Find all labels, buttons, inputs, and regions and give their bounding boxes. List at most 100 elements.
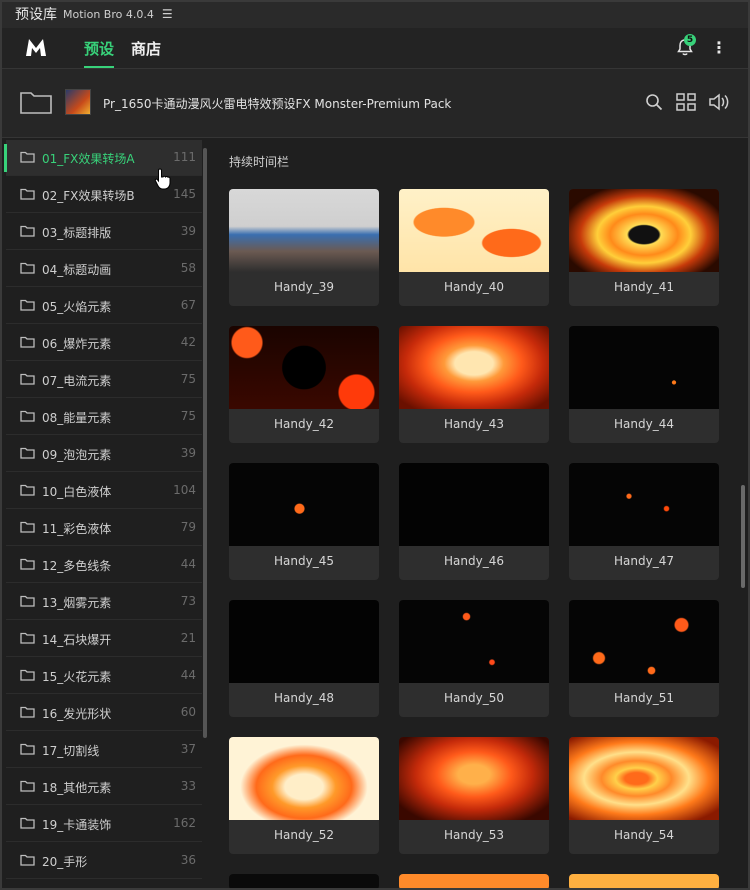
preset-card[interactable]: [399, 874, 549, 890]
folder-icon: [20, 188, 35, 200]
preset-card[interactable]: Handy_39: [229, 189, 379, 306]
sidebar-item-count: 39: [180, 446, 196, 460]
sidebar-item[interactable]: 08_能量元素 75: [6, 399, 202, 435]
more-options-icon[interactable]: ⋮: [711, 38, 727, 57]
folder-icon[interactable]: [20, 90, 52, 114]
sidebar-item-label: 05_火焰元素: [42, 300, 112, 314]
sidebar-item[interactable]: 14_石块爆开 21: [6, 621, 202, 657]
sidebar-item[interactable]: 15_火花元素 44: [6, 658, 202, 694]
preset-card[interactable]: Handy_41: [569, 189, 719, 306]
preset-card[interactable]: Handy_54: [569, 737, 719, 854]
window-titlebar: 预设库 Motion Bro 4.0.4 ☰: [0, 0, 750, 28]
sidebar-item-count: 73: [180, 594, 196, 608]
sidebar-item-label: 12_多色线条: [42, 559, 112, 573]
sidebar-item-count: 37: [180, 742, 196, 756]
preset-card[interactable]: Handy_47: [569, 463, 719, 580]
sidebar-item[interactable]: 01_FX效果转场A 111: [4, 140, 202, 176]
sidebar-item-count: 44: [180, 557, 196, 571]
sidebar-item-label: 07_电流元素: [42, 374, 112, 388]
sidebar-item-count: 36: [180, 853, 196, 867]
sidebar-item[interactable]: 19_卡通装饰 162: [6, 806, 202, 842]
preset-card[interactable]: Handy_50: [399, 600, 549, 717]
sidebar-item[interactable]: 11_彩色液体 79: [6, 510, 202, 546]
sidebar-item[interactable]: 13_烟雾元素 73: [6, 584, 202, 620]
sidebar-item-count: 60: [180, 705, 196, 719]
folder-icon: [20, 336, 35, 348]
sidebar-item-count: 79: [180, 520, 196, 534]
notification-badge: 5: [684, 34, 696, 46]
preset-card[interactable]: Handy_44: [569, 326, 719, 443]
preset-thumbnail: [229, 326, 379, 409]
sidebar-item-count: 44: [180, 668, 196, 682]
sidebar-item-label: 08_能量元素: [42, 411, 112, 425]
preset-card[interactable]: Handy_42: [229, 326, 379, 443]
folder-icon: [20, 373, 35, 385]
sidebar-item[interactable]: 12_多色线条 44: [6, 547, 202, 583]
sidebar-item-label: 03_标题排版: [42, 226, 112, 240]
grid-view-icon[interactable]: [676, 93, 696, 111]
folder-icon: [20, 595, 35, 607]
preset-label: Handy_50: [444, 691, 504, 705]
sidebar-item[interactable]: 16_发光形状 60: [6, 695, 202, 731]
preset-card[interactable]: Handy_46: [399, 463, 549, 580]
preset-label: Handy_52: [274, 828, 334, 842]
tab-store[interactable]: 商店: [131, 38, 161, 59]
preset-thumbnail: [569, 600, 719, 683]
content-scrollbar[interactable]: [741, 485, 745, 588]
preset-label: Handy_53: [444, 828, 504, 842]
sidebar-item-label: 10_白色液体: [42, 485, 112, 499]
sidebar-item[interactable]: 05_火焰元素 67: [6, 288, 202, 324]
sidebar-item-count: 75: [180, 372, 196, 386]
preset-thumbnail: [399, 463, 549, 546]
folder-icon: [20, 484, 35, 496]
folder-icon: [20, 447, 35, 459]
preset-card[interactable]: [229, 874, 379, 890]
speaker-icon[interactable]: [708, 93, 730, 111]
preset-label: Handy_48: [274, 691, 334, 705]
preset-card[interactable]: Handy_45: [229, 463, 379, 580]
sidebar-item[interactable]: 09_泡泡元素 39: [6, 436, 202, 472]
sidebar-item-label: 11_彩色液体: [42, 522, 112, 536]
sidebar-item-label: 04_标题动画: [42, 263, 112, 277]
folder-icon: [20, 225, 35, 237]
category-sidebar: 01_FX效果转场A 111 02_FX效果转场B 145 03_标题排版 39 04_标题…: [4, 140, 202, 890]
sidebar-item[interactable]: 04_标题动画 58: [6, 251, 202, 287]
sidebar-item[interactable]: 17_切割线 37: [6, 732, 202, 768]
folder-icon: [20, 817, 35, 829]
preset-card[interactable]: Handy_40: [399, 189, 549, 306]
sidebar-item[interactable]: 02_FX效果转场B 145: [6, 177, 202, 213]
preset-label: Handy_54: [614, 828, 674, 842]
sidebar-item-count: 145: [173, 187, 196, 201]
preset-thumbnail: [399, 326, 549, 409]
sidebar-item-label: 18_其他元素: [42, 781, 112, 795]
section-title: 持续时间栏: [229, 155, 290, 169]
hamburger-menu-icon[interactable]: ☰: [162, 7, 173, 21]
preset-card[interactable]: Handy_53: [399, 737, 549, 854]
sidebar-item[interactable]: 06_爆炸元素 42: [6, 325, 202, 361]
preset-thumbnail: [229, 189, 379, 272]
preset-card[interactable]: [569, 874, 719, 890]
preset-thumbnail: [569, 874, 719, 890]
preset-card[interactable]: Handy_43: [399, 326, 549, 443]
sidebar-item-count: 21: [180, 631, 196, 645]
preset-card[interactable]: Handy_52: [229, 737, 379, 854]
folder-icon: [20, 780, 35, 792]
hand-cursor-icon: [154, 168, 171, 190]
sidebar-item[interactable]: 20_手形 36: [6, 843, 202, 879]
sidebar-scrollbar[interactable]: [203, 148, 207, 738]
preset-thumbnail: [569, 463, 719, 546]
search-icon[interactable]: [645, 93, 663, 111]
sidebar-item-label: 02_FX效果转场B: [42, 189, 135, 203]
sidebar-item[interactable]: 10_白色液体 104: [6, 473, 202, 509]
preset-label: Handy_43: [444, 417, 504, 431]
folder-icon: [20, 262, 35, 274]
preset-card[interactable]: Handy_48: [229, 600, 379, 717]
preset-card[interactable]: Handy_51: [569, 600, 719, 717]
preset-label: Handy_51: [614, 691, 674, 705]
preset-thumbnail: [229, 463, 379, 546]
sidebar-item[interactable]: 07_电流元素 75: [6, 362, 202, 398]
sidebar-item[interactable]: 18_其他元素 33: [6, 769, 202, 805]
app-header: 预设 商店 5 ⋮: [0, 28, 750, 68]
sidebar-item[interactable]: 03_标题排版 39: [6, 214, 202, 250]
tab-presets[interactable]: 预设: [84, 38, 115, 68]
